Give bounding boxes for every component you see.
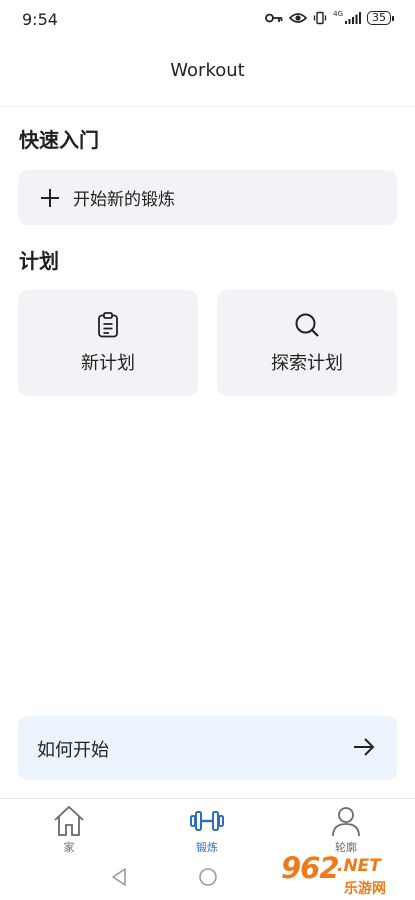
- app-header: Workout: [0, 40, 415, 107]
- home-icon: [29, 805, 109, 837]
- arrow-right-icon: [352, 736, 376, 762]
- vibrate-icon: [313, 11, 327, 25]
- eye-icon: [289, 12, 308, 24]
- nav-label-workout: 锻炼: [196, 841, 218, 854]
- battery-icon: 35: [367, 11, 394, 25]
- nav-item-profile[interactable]: 轮廓: [306, 805, 386, 855]
- nav-item-workout[interactable]: 锻炼: [167, 805, 247, 855]
- explore-plans-label: 探索计划: [271, 353, 343, 374]
- watermark-logo: 962 .NET 乐游网: [277, 851, 411, 898]
- plus-icon: [40, 188, 60, 212]
- search-icon: [217, 312, 397, 338]
- watermark-domain: .NET: [337, 856, 381, 876]
- nav-label-home: 家: [63, 841, 75, 854]
- plans-title: 计划: [19, 249, 59, 273]
- explore-plans-button[interactable]: 探索计划: [217, 290, 397, 396]
- page-title: Workout: [170, 60, 245, 81]
- person-icon: [306, 805, 386, 837]
- back-icon[interactable]: [110, 867, 128, 891]
- status-time: 9:54: [22, 10, 58, 29]
- dumbbell-icon: [167, 805, 247, 837]
- nav-item-home[interactable]: 家: [29, 805, 109, 855]
- bottom-nav: 家 锻炼 轮廓: [0, 798, 415, 859]
- watermark-subtitle: 乐游网: [344, 881, 386, 897]
- status-icons: 4G 35: [265, 10, 394, 25]
- start-new-workout-button[interactable]: 开始新的锻炼: [18, 170, 397, 225]
- signal-icon: [345, 12, 361, 24]
- home-circle-icon[interactable]: [198, 867, 218, 891]
- key-icon: [265, 13, 283, 23]
- how-to-start-button[interactable]: 如何开始: [18, 716, 397, 780]
- how-to-start-label: 如何开始: [37, 740, 109, 761]
- clipboard-icon: [18, 312, 198, 338]
- start-new-workout-label: 开始新的锻炼: [73, 190, 175, 210]
- new-plan-label: 新计划: [81, 353, 135, 374]
- status-bar: 9:54 4G 35: [0, 0, 415, 40]
- watermark-brand: 962: [281, 851, 340, 885]
- new-plan-button[interactable]: 新计划: [18, 290, 198, 396]
- quick-start-title: 快速入门: [19, 128, 99, 152]
- network-label: 4G: [333, 10, 343, 18]
